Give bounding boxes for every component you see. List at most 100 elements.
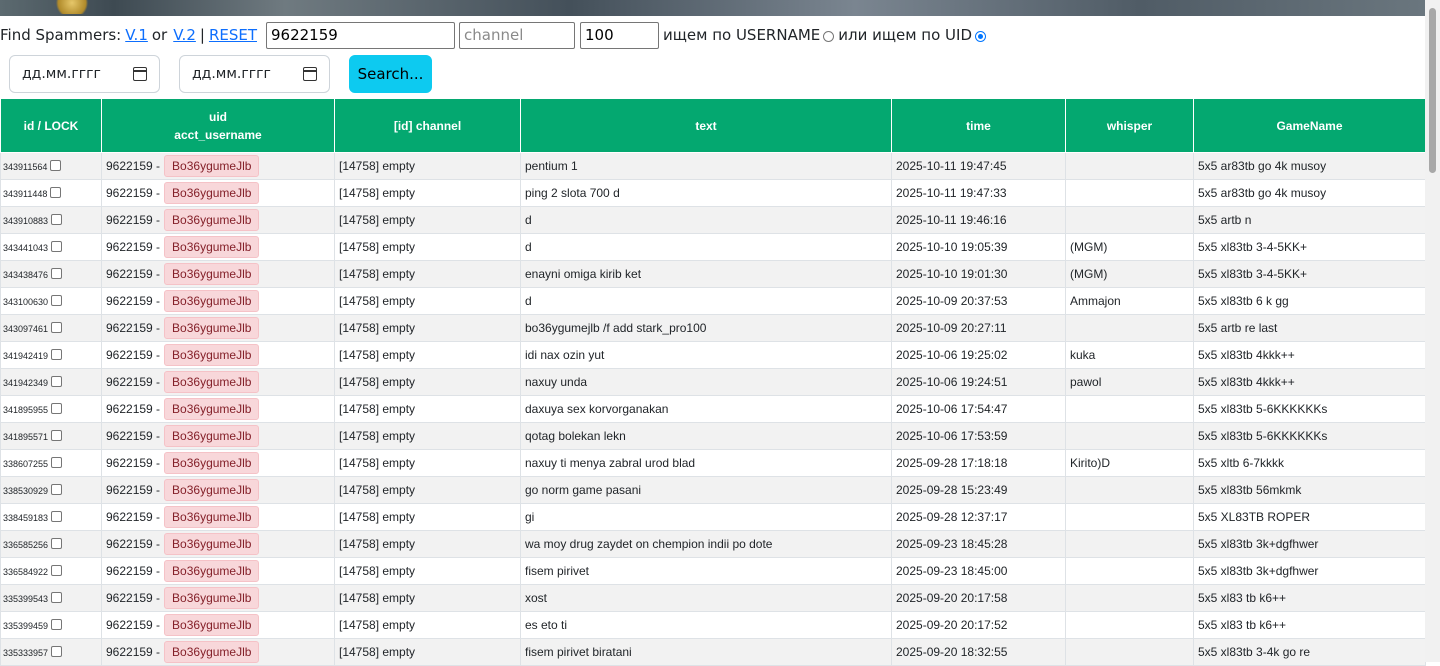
row-gamename: 5x5 artb n bbox=[1193, 206, 1426, 234]
row-uid: 9622159 - bbox=[106, 618, 161, 632]
lock-checkbox[interactable] bbox=[51, 295, 63, 306]
row-time: 2025-09-23 18:45:28 bbox=[891, 530, 1066, 558]
lock-checkbox[interactable] bbox=[50, 187, 62, 198]
row-uid-cell: 9622159 - Bo36ygumeJlb bbox=[101, 611, 335, 639]
lock-checkbox[interactable] bbox=[51, 376, 63, 387]
row-gamename: 5x5 xl83tb 56mkmk bbox=[1193, 476, 1426, 504]
header-channel[interactable]: [id] channel bbox=[334, 98, 521, 153]
row-uid: 9622159 - bbox=[106, 321, 161, 335]
row-id-cell: 338607255 bbox=[0, 449, 102, 477]
date-to-placeholder: дд.мм.гггг bbox=[192, 66, 271, 82]
username-badge[interactable]: Bo36ygumeJlb bbox=[164, 533, 260, 555]
row-time: 2025-10-11 19:46:16 bbox=[891, 206, 1066, 234]
lock-checkbox[interactable] bbox=[51, 322, 63, 333]
username-badge[interactable]: Bo36ygumeJlb bbox=[164, 587, 260, 609]
row-text: d bbox=[520, 287, 892, 315]
username-badge[interactable]: Bo36ygumeJlb bbox=[164, 155, 260, 177]
table-row: 335399459 9622159 - Bo36ygumeJlb [14758] em… bbox=[0, 611, 1426, 639]
lock-checkbox[interactable] bbox=[51, 511, 63, 522]
row-id: 341895571 bbox=[3, 432, 49, 442]
row-gamename: 5x5 xl83tb 3-4-5KK+ bbox=[1193, 260, 1426, 288]
lock-checkbox[interactable] bbox=[51, 241, 63, 252]
row-id-cell: 336585256 bbox=[0, 530, 102, 558]
lock-checkbox[interactable] bbox=[51, 457, 63, 468]
lock-checkbox[interactable] bbox=[51, 430, 63, 441]
row-channel: [14758] empty bbox=[334, 530, 521, 558]
row-id-cell: 343100630 bbox=[0, 287, 102, 315]
v2-link[interactable]: V.2 bbox=[173, 26, 196, 44]
row-id: 343438476 bbox=[3, 270, 49, 280]
username-badge[interactable]: Bo36ygumeJlb bbox=[164, 425, 260, 447]
date-from-input[interactable]: дд.мм.гггг bbox=[9, 55, 160, 93]
row-gamename: 5x5 xl83tb 3k+dgfhwer bbox=[1193, 530, 1426, 558]
username-badge[interactable]: Bo36ygumeJlb bbox=[164, 560, 260, 582]
lock-checkbox[interactable] bbox=[50, 160, 62, 171]
row-channel: [14758] empty bbox=[334, 638, 521, 666]
username-badge[interactable]: Bo36ygumeJlb bbox=[164, 182, 260, 204]
row-id: 343097461 bbox=[3, 324, 49, 334]
search-username-radio[interactable] bbox=[823, 30, 835, 42]
lock-checkbox[interactable] bbox=[51, 214, 63, 225]
header-text[interactable]: text bbox=[520, 98, 892, 153]
row-channel: [14758] empty bbox=[334, 233, 521, 261]
row-gamename: 5x5 xl83tb 4kkk++ bbox=[1193, 341, 1426, 369]
limit-input[interactable] bbox=[580, 21, 659, 49]
lock-checkbox[interactable] bbox=[51, 592, 63, 603]
row-uid-cell: 9622159 - Bo36ygumeJlb bbox=[101, 449, 335, 477]
row-id: 335333957 bbox=[3, 648, 49, 658]
row-time: 2025-09-20 20:17:52 bbox=[891, 611, 1066, 639]
lock-checkbox[interactable] bbox=[51, 646, 63, 657]
lock-checkbox[interactable] bbox=[51, 538, 63, 549]
username-badge[interactable]: Bo36ygumeJlb bbox=[164, 317, 260, 339]
username-badge[interactable]: Bo36ygumeJlb bbox=[164, 614, 260, 636]
lock-checkbox[interactable] bbox=[51, 565, 63, 576]
search-uid-radio[interactable] bbox=[975, 30, 986, 42]
calendar-icon[interactable] bbox=[133, 67, 147, 81]
header-id-lock[interactable]: id / LOCK bbox=[0, 98, 102, 153]
search-button[interactable]: Search... bbox=[349, 55, 432, 93]
username-badge[interactable]: Bo36ygumeJlb bbox=[164, 479, 260, 501]
date-to-input[interactable]: дд.мм.гггг bbox=[179, 55, 330, 93]
header-uid-username[interactable]: uid acct_username bbox=[101, 98, 335, 153]
row-id: 343441043 bbox=[3, 243, 49, 253]
header-time[interactable]: time bbox=[891, 98, 1066, 153]
row-channel: [14758] empty bbox=[334, 260, 521, 288]
username-badge[interactable]: Bo36ygumeJlb bbox=[164, 236, 260, 258]
row-uid-cell: 9622159 - Bo36ygumeJlb bbox=[101, 179, 335, 207]
row-text: fisem pirivet bbox=[520, 557, 892, 585]
row-gamename: 5x5 xl83tb 3k+dgfhwer bbox=[1193, 557, 1426, 585]
channel-input[interactable] bbox=[459, 21, 575, 49]
username-badge[interactable]: Bo36ygumeJlb bbox=[164, 209, 260, 231]
row-whisper bbox=[1065, 206, 1194, 234]
vertical-scrollbar[interactable] bbox=[1425, 0, 1440, 662]
row-channel: [14758] empty bbox=[334, 287, 521, 315]
username-badge[interactable]: Bo36ygumeJlb bbox=[164, 290, 260, 312]
username-badge[interactable]: Bo36ygumeJlb bbox=[164, 371, 260, 393]
v1-link[interactable]: V.1 bbox=[125, 26, 148, 44]
row-whisper bbox=[1065, 638, 1194, 666]
row-uid: 9622159 - bbox=[106, 240, 161, 254]
table-row: 335333957 9622159 - Bo36ygumeJlb [14758] em… bbox=[0, 638, 1426, 666]
scrollbar-thumb[interactable] bbox=[1429, 8, 1436, 173]
username-badge[interactable]: Bo36ygumeJlb bbox=[164, 263, 260, 285]
lock-checkbox[interactable] bbox=[51, 403, 63, 414]
header-gamename[interactable]: GameName bbox=[1193, 98, 1426, 153]
lock-checkbox[interactable] bbox=[51, 619, 63, 630]
header-whisper[interactable]: whisper bbox=[1065, 98, 1194, 153]
row-whisper: (MGM) bbox=[1065, 233, 1194, 261]
uid-input[interactable] bbox=[266, 21, 455, 49]
calendar-icon[interactable] bbox=[303, 67, 317, 81]
find-spammers-label: Find Spammers: bbox=[0, 26, 122, 44]
lock-checkbox[interactable] bbox=[51, 268, 63, 279]
username-badge[interactable]: Bo36ygumeJlb bbox=[164, 344, 260, 366]
username-badge[interactable]: Bo36ygumeJlb bbox=[164, 641, 260, 663]
username-badge[interactable]: Bo36ygumeJlb bbox=[164, 452, 260, 474]
lock-checkbox[interactable] bbox=[51, 484, 63, 495]
lock-checkbox[interactable] bbox=[51, 349, 63, 360]
row-text: gi bbox=[520, 503, 892, 531]
reset-link[interactable]: RESET bbox=[209, 26, 257, 44]
username-badge[interactable]: Bo36ygumeJlb bbox=[164, 506, 260, 528]
table-row: 343441043 9622159 - Bo36ygumeJlb [14758] em… bbox=[0, 233, 1426, 261]
username-badge[interactable]: Bo36ygumeJlb bbox=[164, 398, 260, 420]
row-uid-cell: 9622159 - Bo36ygumeJlb bbox=[101, 476, 335, 504]
